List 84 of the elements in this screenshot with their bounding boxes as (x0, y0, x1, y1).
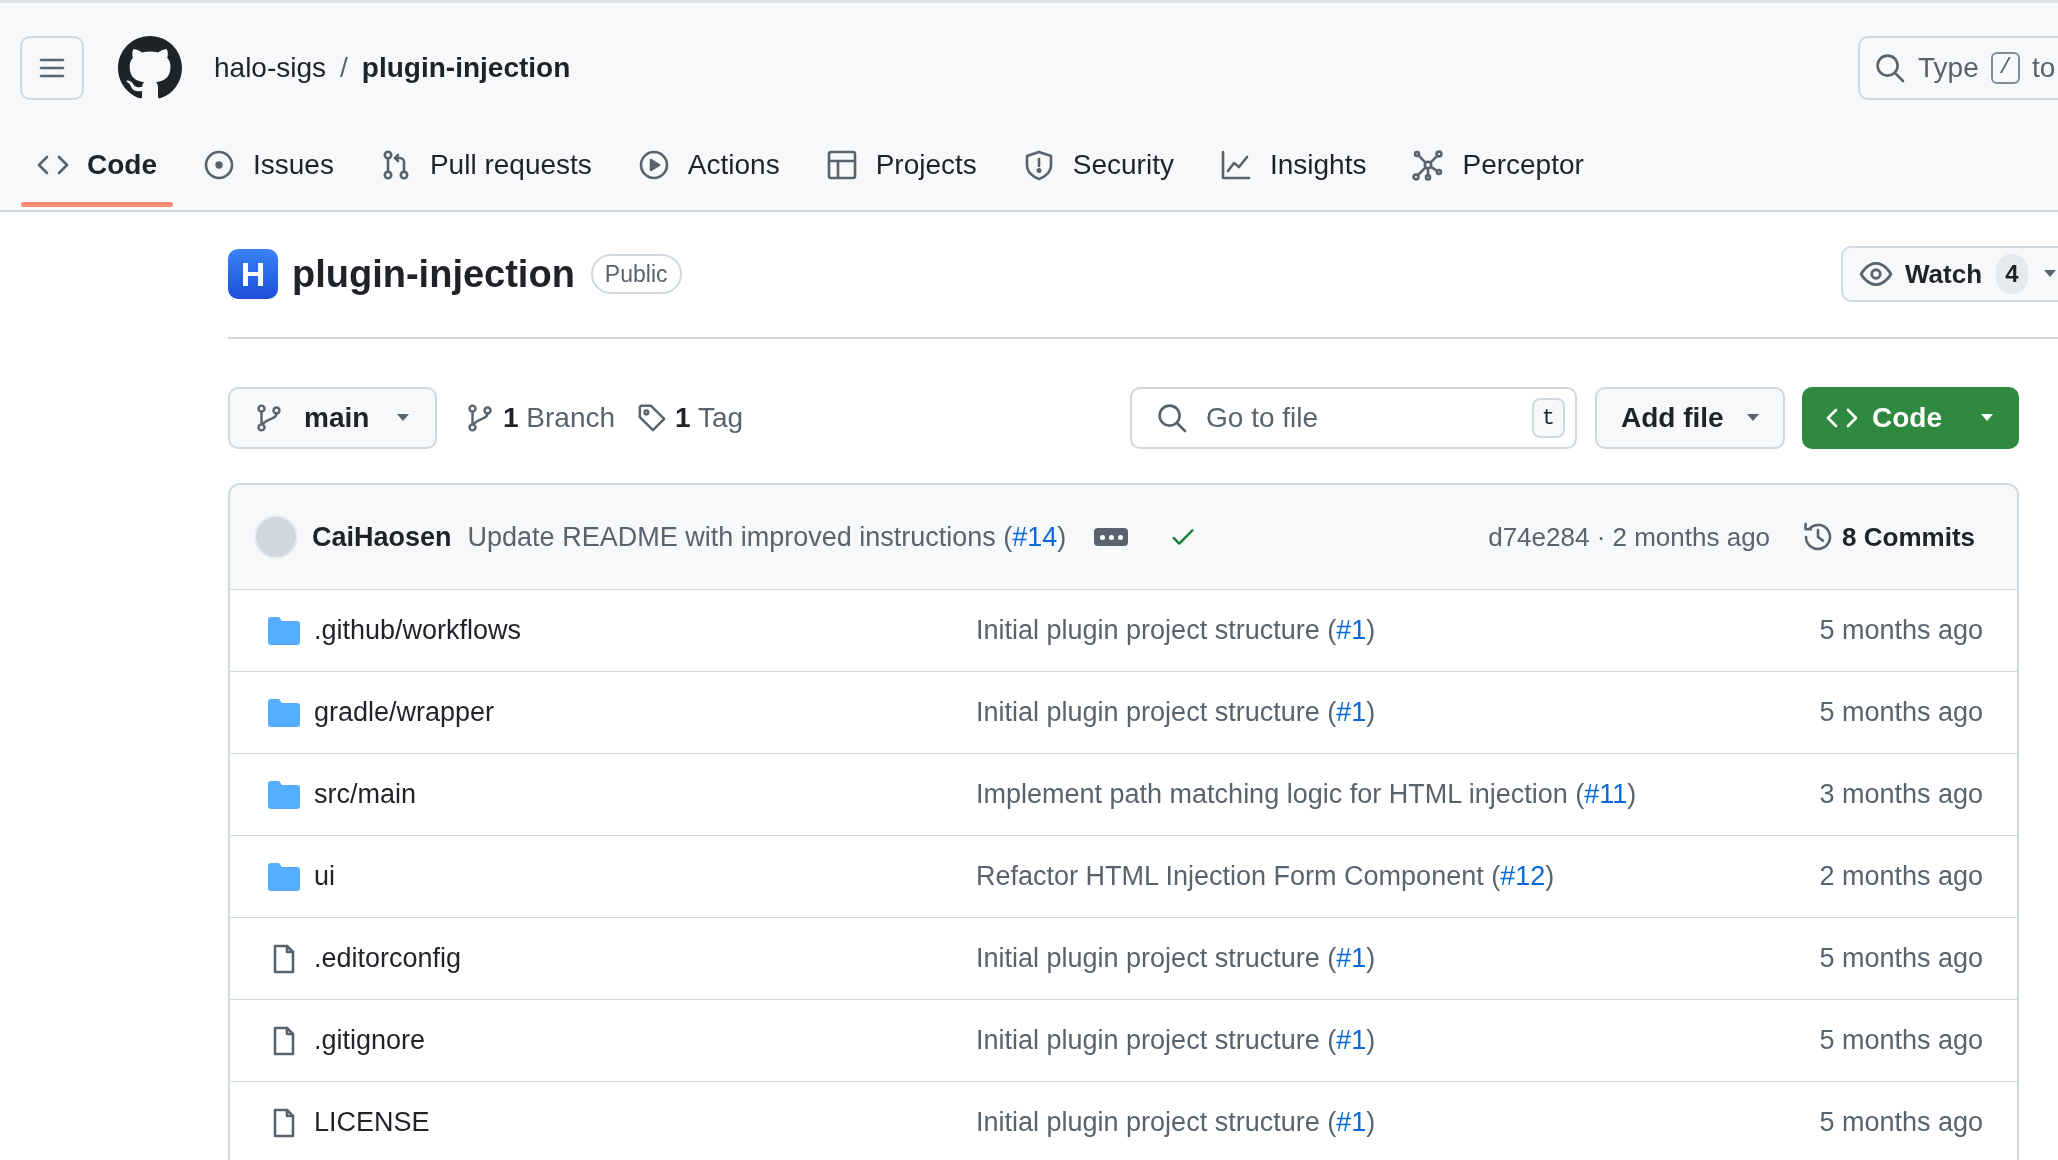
expand-button[interactable] (1094, 528, 1129, 546)
github-logo[interactable] (118, 36, 182, 100)
nav-tab[interactable]: Issues (187, 123, 350, 207)
shortcut-key: / (1990, 52, 2020, 84)
go-to-file-placeholder: Go to file (1206, 401, 1319, 435)
pull-request-link[interactable]: #1 (1336, 943, 1367, 974)
visibility-label: Public (590, 254, 682, 294)
tags-count[interactable]: 1 Tag (675, 397, 744, 439)
pull-request-link[interactable]: #14 (1012, 521, 1058, 552)
commit-message[interactable]: Implement path matching logic for HTML injection (#11) (976, 774, 1637, 815)
commit-message[interactable]: Refactor HTML Injection Form Component (#12) (976, 856, 1555, 897)
pull-request-link[interactable]: #1 (1336, 615, 1367, 646)
go-to-file-field[interactable]: Go to file t (1130, 387, 1577, 449)
caret-icon (1979, 413, 1995, 423)
tag-icon (637, 403, 668, 433)
shortcut-key: t (1531, 398, 1565, 438)
commit-age: 5 months ago (1819, 1106, 1983, 1140)
author-link[interactable]: CaiHaosen (312, 516, 452, 558)
search-field[interactable]: Type / to (1858, 36, 2058, 100)
file-name-link[interactable]: LICENSE (314, 1102, 976, 1143)
repo-logo: H (228, 249, 278, 299)
branch-icon (254, 403, 284, 433)
search-icon (1874, 52, 1906, 84)
graph-icon (1219, 149, 1252, 181)
commit-age: 5 months ago (1819, 614, 1983, 648)
repo-title[interactable]: plugin-injection (292, 245, 575, 303)
breadcrumb-separator: / (340, 51, 348, 85)
commit-age: 5 months ago (1819, 696, 1983, 730)
play-icon (637, 149, 670, 181)
nav-tab[interactable]: Code (21, 123, 173, 207)
nav-tab[interactable]: Pull requests (363, 123, 608, 207)
commit-meta[interactable]: d74e284 · 2 months ago (1488, 517, 1771, 557)
caret-icon (395, 413, 411, 423)
commit-message[interactable]: Initial plugin project structure (#1) (976, 692, 1376, 733)
folder-icon (268, 698, 300, 727)
commit-message[interactable]: Initial plugin project structure (#1) (976, 1020, 1376, 1061)
commit-age: 5 months ago (1819, 942, 1983, 976)
branch-icon (465, 403, 495, 433)
table-icon (825, 149, 858, 181)
pull-request-link[interactable]: #1 (1336, 1025, 1367, 1056)
owner-link[interactable]: halo-sigs (214, 47, 327, 89)
branches-link[interactable]: 1 Branch (465, 397, 616, 439)
folder-icon (268, 780, 300, 809)
commit-message[interactable]: Initial plugin project structure (#1) (976, 610, 1376, 651)
tags-link[interactable]: 1 Tag (637, 397, 744, 439)
nav-tab[interactable]: Security (1006, 123, 1190, 207)
watch-count: 4 (1996, 254, 2028, 294)
commit-message[interactable]: Initial plugin project structure (#1) (976, 1102, 1376, 1143)
caret-icon (2042, 269, 2058, 279)
pull-request-link[interactable]: #11 (1584, 779, 1628, 810)
folder-icon (268, 616, 300, 645)
branch-select-button[interactable]: main (228, 387, 437, 449)
file-name-link[interactable]: .github/workflows (314, 610, 976, 651)
file-name-link[interactable]: .gitignore (314, 1020, 976, 1061)
watch-button[interactable]: Watch 4 (1841, 246, 2058, 302)
search-hint: to (2031, 51, 2056, 85)
menu-button[interactable] (20, 36, 84, 100)
file-name-link[interactable]: ui (314, 856, 976, 897)
commit-age: 3 months ago (1819, 778, 1983, 812)
repo-link[interactable]: plugin-injection (361, 47, 571, 89)
file-name-link[interactable]: src/main (314, 774, 976, 815)
network-icon (1412, 149, 1445, 181)
pull-request-link[interactable]: #1 (1336, 1107, 1367, 1138)
commit-message[interactable]: Initial plugin project structure (#1) (976, 938, 1376, 979)
file-name-link[interactable]: gradle/wrapper (314, 692, 976, 733)
issue-icon (203, 149, 235, 181)
search-icon (1156, 402, 1188, 434)
nav-tab[interactable]: Projects (809, 123, 993, 207)
commit-age: 2 months ago (1819, 860, 1983, 894)
commits-link[interactable]: 8 Commits (1802, 517, 1975, 557)
commit-message[interactable]: Update README with improved instructions (#14) (467, 516, 1067, 558)
folder-icon (268, 862, 300, 891)
nav-tab[interactable]: Perceptor (1396, 123, 1600, 207)
search-hint: Type (1918, 51, 1979, 85)
code-button[interactable]: Code (1802, 387, 2019, 449)
branches-count[interactable]: 1 Branch (503, 397, 616, 439)
add-file-button[interactable]: Add file (1595, 387, 1785, 449)
caret-icon (1745, 413, 1761, 423)
nav-tab[interactable]: Actions (621, 123, 796, 207)
commit-age: 5 months ago (1819, 1024, 1983, 1058)
file-name-link[interactable]: .editorconfig (314, 938, 976, 979)
pull-request-link[interactable]: #12 (1500, 861, 1546, 892)
pull-request-link[interactable]: #1 (1336, 697, 1367, 728)
nav-tab[interactable]: Insights (1203, 123, 1383, 207)
